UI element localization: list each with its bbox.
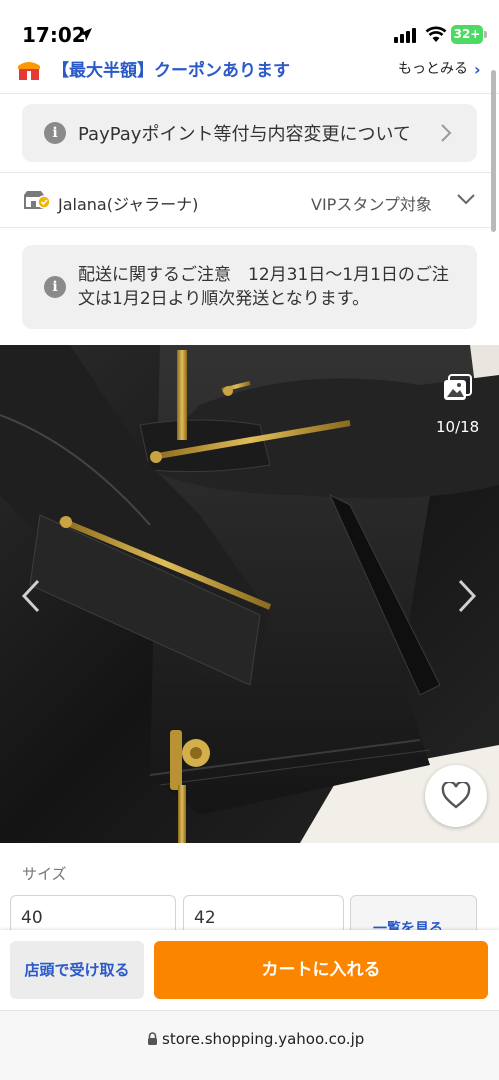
- store-name[interactable]: Jalana(ジャラーナ): [58, 191, 198, 215]
- battery-indicator: 32+: [451, 25, 483, 44]
- url-text[interactable]: store.shopping.yahoo.co.jp: [162, 1030, 364, 1048]
- product-page: 17:02 32+ 【最大半額】クーポンあります もっとみる › i PayPa…: [0, 0, 499, 1080]
- info-icon: i: [44, 122, 66, 144]
- status-bar: 17:02 32+: [0, 0, 499, 60]
- shipping-notice: i 配送に関するご注意 12月31日〜1月1日のご注文は1月2日より順次発送とな…: [22, 245, 477, 329]
- size-option-label: 42: [194, 908, 216, 928]
- chevron-right-icon: ›: [474, 60, 481, 79]
- favorite-button[interactable]: [425, 765, 487, 827]
- store-pickup-button[interactable]: 店頭で受け取る: [10, 941, 144, 999]
- coupon-banner[interactable]: 【最大半額】クーポンあります もっとみる ›: [0, 60, 499, 94]
- signal-icon: [394, 28, 416, 43]
- chevron-left-icon[interactable]: [20, 578, 42, 614]
- chevron-right-icon: [441, 124, 452, 142]
- page-scrollbar[interactable]: [491, 70, 496, 232]
- size-label: サイズ: [22, 865, 67, 883]
- product-image[interactable]: [0, 345, 499, 843]
- browser-url-bar[interactable]: store.shopping.yahoo.co.jp: [0, 1010, 499, 1080]
- size-option-label: 40: [21, 908, 43, 928]
- wifi-icon: [425, 26, 447, 42]
- gallery-icon[interactable]: [443, 374, 473, 402]
- heart-icon: [441, 782, 471, 809]
- action-bar: 店頭で受け取る カートに入れる: [0, 930, 499, 1010]
- coupon-text[interactable]: 【最大半額】クーポンあります: [52, 60, 290, 81]
- chevron-down-icon[interactable]: [456, 192, 476, 206]
- info-icon: i: [44, 276, 66, 298]
- battery-tip: [484, 31, 487, 38]
- status-time: 17:02: [22, 23, 86, 47]
- shipping-notice-text: 配送に関するご注意 12月31日〜1月1日のご注文は1月2日より順次発送となりま…: [78, 265, 449, 309]
- location-arrow-icon: [79, 28, 92, 41]
- add-to-cart-button[interactable]: カートに入れる: [154, 941, 488, 999]
- chevron-right-icon[interactable]: [456, 578, 478, 614]
- image-counter: 10/18: [436, 418, 480, 436]
- paypay-notice-text: PayPayポイント等付与内容変更について: [78, 124, 411, 145]
- lock-icon: [148, 1032, 157, 1045]
- vip-stamp-label: VIPスタンプ対象: [311, 195, 432, 214]
- coupon-more-link[interactable]: もっとみる: [398, 60, 468, 78]
- store-row[interactable]: Jalana(ジャラーナ) VIPスタンプ対象: [0, 172, 491, 228]
- store-badge-icon: [24, 191, 51, 209]
- coupon-icon: [18, 62, 40, 80]
- leather-jacket-photo: [0, 345, 499, 843]
- paypay-notice[interactable]: i PayPayポイント等付与内容変更について: [22, 104, 477, 162]
